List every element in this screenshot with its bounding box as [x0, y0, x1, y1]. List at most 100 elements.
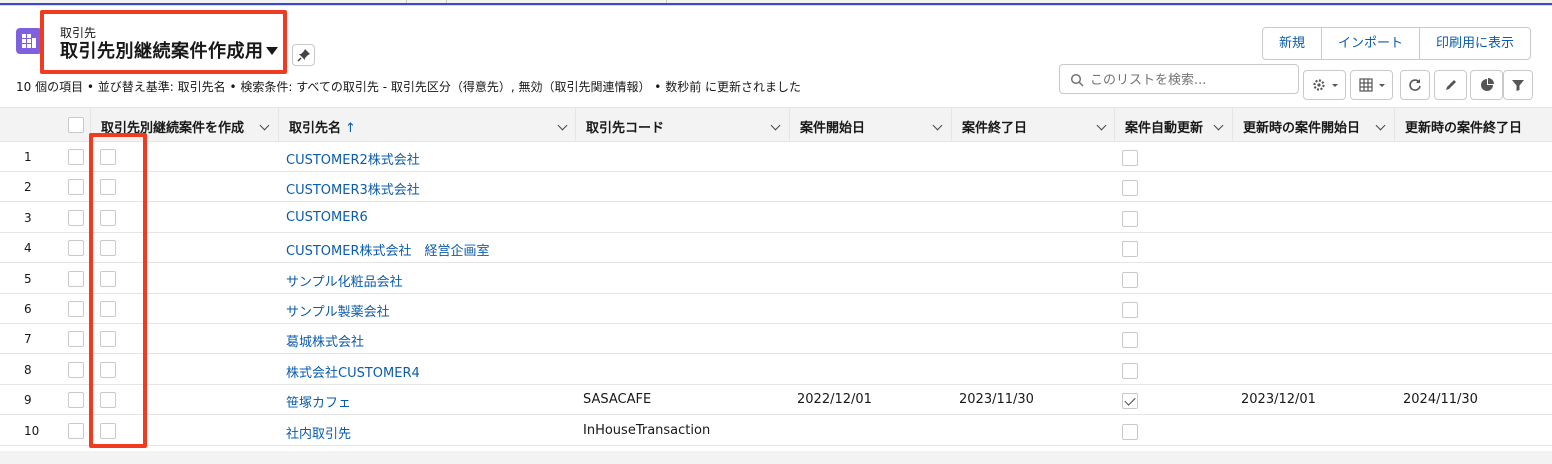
row-select-checkbox[interactable] — [68, 392, 84, 409]
auto-renew-checkbox — [1122, 241, 1138, 258]
table-view-icon — [1359, 78, 1385, 92]
table-row: 5 サンプル化粧品会社 — [0, 263, 1552, 294]
row-number: 7 — [24, 332, 32, 347]
chevron-down-icon[interactable] — [259, 120, 270, 131]
table-row: 9 笹塚カフェ SASACAFE 2022/12/01 2023/11/30 2023/1… — [0, 385, 1552, 416]
row-number: 2 — [24, 180, 32, 195]
table-row: 8 株式会社CUSTOMER4 — [0, 354, 1552, 385]
table-row: 2 CUSTOMER3株式会社 — [0, 172, 1552, 203]
column-header-renewal-end-date[interactable]: 更新時の案件終了日 — [1394, 108, 1552, 143]
row-select-checkbox[interactable] — [68, 331, 84, 348]
auto-renew-checkbox — [1122, 302, 1138, 318]
filters-button[interactable] — [1503, 70, 1533, 100]
table-row: 4 CUSTOMER株式会社 経営企画室 — [0, 233, 1552, 264]
account-name-link[interactable]: サンプル製薬会社 — [286, 301, 390, 320]
account-name-link[interactable]: サンプル化粧品会社 — [286, 271, 403, 290]
account-name-link[interactable]: 笹塚カフェ — [286, 392, 351, 411]
table-row: 6 サンプル製薬会社 — [0, 294, 1552, 324]
account-name-link[interactable]: 株式会社CUSTOMER4 — [286, 362, 420, 381]
highlight-box-create-column — [89, 133, 147, 448]
row-number: 1 — [24, 150, 32, 164]
auto-renew-checkbox — [1122, 393, 1138, 410]
gear-icon — [1313, 79, 1338, 91]
chevron-down-icon[interactable] — [932, 120, 943, 131]
auto-renew-checkbox — [1122, 150, 1138, 166]
row-number: 10 — [24, 423, 40, 438]
auto-renew-checkbox — [1122, 423, 1138, 440]
auto-renew-checkbox — [1122, 362, 1138, 379]
refresh-icon — [1409, 79, 1421, 91]
chevron-down-icon[interactable] — [1375, 120, 1386, 131]
account-code: InHouseTransaction — [583, 422, 711, 438]
column-header-auto-renew[interactable]: 案件自動更新 — [1114, 108, 1232, 143]
import-button[interactable]: インポート — [1321, 28, 1419, 59]
row-number: 4 — [24, 241, 32, 256]
column-header-start-date[interactable]: 案件開始日 — [789, 108, 951, 143]
edit-list-button[interactable] — [1434, 70, 1467, 100]
pin-icon — [297, 49, 310, 62]
renewal-end-date: 2024/11/30 — [1403, 392, 1478, 408]
row-number: 6 — [24, 302, 32, 316]
auto-renew-checkbox — [1122, 180, 1138, 197]
row-number: 9 — [24, 393, 32, 408]
account-name-link[interactable]: CUSTOMER6 — [286, 210, 368, 225]
check-icon — [1124, 394, 1136, 406]
account-name-link[interactable]: CUSTOMER3株式会社 — [286, 179, 420, 198]
account-name-link[interactable]: 葛城株式会社 — [286, 331, 364, 350]
row-select-checkbox[interactable] — [68, 240, 84, 257]
action-button-group: 新規 インポート 印刷用に表示 — [1262, 27, 1532, 60]
row-select-checkbox[interactable] — [68, 422, 84, 439]
table-row: 1 CUSTOMER2株式会社 — [0, 142, 1552, 172]
charts-button[interactable] — [1470, 70, 1503, 100]
printable-view-button[interactable]: 印刷用に表示 — [1419, 28, 1530, 59]
new-button[interactable]: 新規 — [1263, 28, 1321, 59]
row-select-checkbox[interactable] — [68, 179, 84, 196]
list-view-card: 取引先 取引先別継続案件作成用 新規 インポート 印刷用に表示 10 個の項目 … — [0, 5, 1552, 464]
list-info-line: 10 個の項目 • 並び替え基準: 取引先名 • 検索条件: すべての取引先 -… — [16, 80, 802, 94]
chevron-down-icon[interactable] — [770, 120, 781, 131]
account-object-icon — [16, 28, 42, 54]
row-select-checkbox[interactable] — [68, 301, 84, 317]
pie-chart-icon — [1481, 78, 1494, 91]
search-input[interactable] — [1090, 70, 1290, 90]
table-header: 取引先別継続案件を作成 取引先名 ↑ 取引先コード 案件開始日 案件終了日 案件自… — [0, 107, 1552, 143]
auto-renew-checkbox — [1122, 271, 1138, 288]
filter-icon — [1512, 80, 1524, 91]
column-header-end-date[interactable]: 案件終了日 — [951, 108, 1114, 143]
row-number: 8 — [24, 362, 32, 377]
end-date: 2023/11/30 — [959, 392, 1034, 408]
list-search[interactable] — [1059, 64, 1299, 94]
search-icon — [1070, 73, 1084, 87]
renewal-start-date: 2023/12/01 — [1241, 392, 1316, 408]
account-name-link[interactable]: 社内取引先 — [286, 423, 351, 442]
account-code: SASACAFE — [583, 392, 652, 408]
pin-list-button[interactable] — [292, 44, 315, 66]
table-row: 7 葛城株式会社 — [0, 324, 1552, 355]
account-name-link[interactable]: CUSTOMER株式会社 経営企画室 — [286, 240, 489, 259]
chevron-down-icon[interactable] — [1096, 120, 1107, 131]
row-select-checkbox[interactable] — [68, 361, 84, 378]
list-controls-button[interactable] — [1303, 70, 1346, 100]
start-date: 2022/12/01 — [797, 392, 872, 408]
column-header-account-code[interactable]: 取引先コード — [575, 108, 789, 143]
auto-renew-checkbox — [1122, 210, 1138, 227]
column-header-account-name[interactable]: 取引先名 ↑ — [278, 108, 575, 143]
row-number: 3 — [24, 210, 32, 225]
table-row: 3 CUSTOMER6 — [0, 202, 1552, 233]
chevron-down-icon[interactable] — [557, 120, 568, 131]
column-header-renewal-start-date[interactable]: 更新時の案件開始日 — [1232, 108, 1394, 143]
pencil-icon — [1446, 80, 1456, 90]
row-number: 5 — [24, 271, 32, 286]
display-as-button[interactable] — [1350, 70, 1393, 100]
sort-ascending-icon: ↑ — [345, 121, 356, 136]
row-select-checkbox[interactable] — [68, 209, 84, 226]
select-all-checkbox[interactable] — [68, 117, 84, 133]
row-select-checkbox[interactable] — [68, 149, 84, 165]
highlight-box-title — [40, 10, 287, 74]
account-name-link[interactable]: CUSTOMER2株式会社 — [286, 149, 420, 168]
refresh-button[interactable] — [1400, 70, 1430, 100]
row-select-checkbox[interactable] — [68, 270, 84, 287]
table-row: 10 社内取引先 InHouseTransaction — [0, 415, 1552, 446]
auto-renew-checkbox — [1122, 332, 1138, 349]
chevron-down-icon[interactable] — [1213, 120, 1224, 131]
